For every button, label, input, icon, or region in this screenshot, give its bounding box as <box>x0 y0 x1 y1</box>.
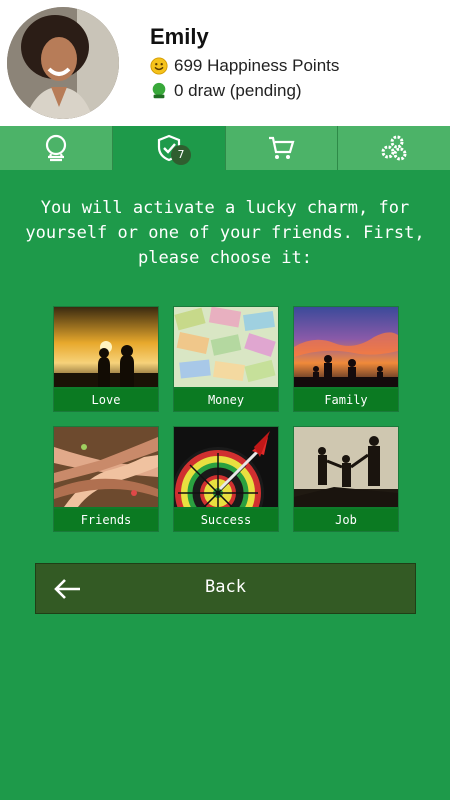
cart-icon <box>269 136 295 159</box>
instructions-line: You will activate a lucky charm, for <box>40 198 410 218</box>
avatar[interactable] <box>7 7 119 119</box>
family-image <box>294 307 398 387</box>
love-image <box>54 307 158 387</box>
friends-image <box>54 427 158 507</box>
charm-job[interactable]: Job <box>293 426 399 532</box>
tab-draws[interactable] <box>0 126 113 170</box>
tab-bar <box>0 126 450 170</box>
job-image <box>294 427 398 507</box>
charm-love[interactable]: Love <box>53 306 159 412</box>
tab-settings[interactable] <box>338 126 450 170</box>
charm-label: Money <box>174 389 278 411</box>
happiness-points-text: 699 Happiness Points <box>174 56 340 75</box>
instructions-line: yourself or one of your friends. First, <box>25 223 425 243</box>
money-image <box>174 307 278 387</box>
notification-badge: 7 <box>171 145 191 165</box>
draw-status: 0 draw (pending) <box>150 81 302 101</box>
smiley-icon <box>150 57 168 75</box>
charm-label: Success <box>174 509 278 531</box>
charm-label: Family <box>294 389 398 411</box>
tab-lucky-charms[interactable] <box>112 126 226 170</box>
charm-friends[interactable]: Friends <box>53 426 159 532</box>
draw-status-text: 0 draw (pending) <box>174 81 302 100</box>
instructions-line: please choose it: <box>138 248 312 268</box>
charm-label: Friends <box>54 509 158 531</box>
charm-success[interactable]: Success <box>173 426 279 532</box>
instructions-text: You will activate a lucky charm, for you… <box>10 196 440 271</box>
profile-header: Emily 699 Happiness Points 0 draw (pendi… <box>0 0 450 126</box>
charm-family[interactable]: Family <box>293 306 399 412</box>
crystal-ball-icon <box>152 82 166 99</box>
gears-icon <box>381 135 407 161</box>
crystal-ball-icon <box>45 134 66 162</box>
charm-label: Job <box>294 509 398 531</box>
charm-money[interactable]: Money <box>173 306 279 412</box>
tab-shop[interactable] <box>225 126 339 170</box>
back-button-label: Back <box>205 577 246 597</box>
user-name: Emily <box>150 24 209 49</box>
happiness-points: 699 Happiness Points <box>150 56 339 76</box>
success-image <box>174 427 278 507</box>
charm-label: Love <box>54 389 158 411</box>
back-button[interactable]: Back <box>35 563 416 614</box>
